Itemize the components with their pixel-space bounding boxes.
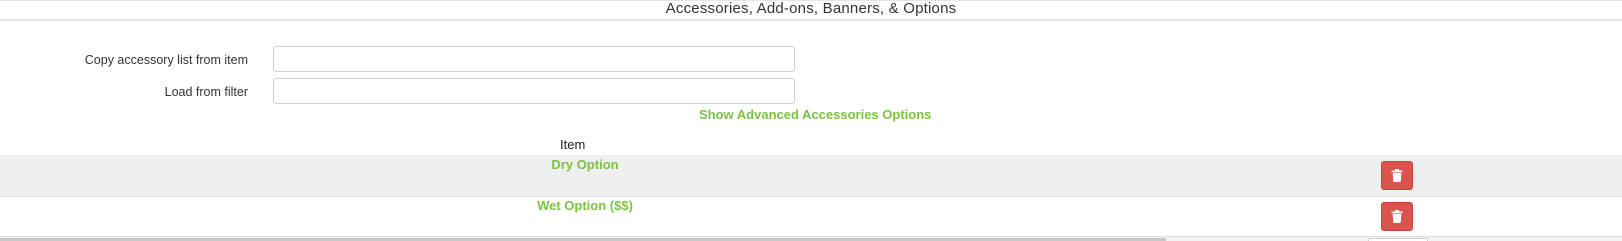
trash-icon — [1391, 210, 1403, 223]
show-advanced-options-link[interactable]: Show Advanced Accessories Options — [699, 107, 931, 122]
trash-icon — [1391, 169, 1403, 182]
load-filter-label: Load from filter — [164, 85, 248, 99]
section-title: Accessories, Add-ons, Banners, & Options — [0, 0, 1622, 21]
column-header-item: Item — [560, 137, 586, 152]
copy-accessory-row: Copy accessory list from item — [0, 46, 1622, 74]
accessory-item-link[interactable]: Wet Option ($$) — [0, 198, 1170, 213]
accessory-item-link[interactable]: Dry Option — [0, 157, 1170, 172]
load-filter-input[interactable] — [273, 78, 795, 104]
copy-accessory-label: Copy accessory list from item — [84, 53, 248, 67]
load-filter-row: Load from filter — [0, 78, 1622, 106]
copy-accessory-input[interactable] — [273, 46, 795, 72]
table-row: Dry Option — [0, 155, 1622, 197]
table-header: Item — [0, 135, 1622, 156]
delete-button[interactable] — [1381, 161, 1413, 190]
table-row: Wet Option ($$) — [0, 196, 1622, 238]
accessories-panel: Accessories, Add-ons, Banners, & Options… — [0, 0, 1622, 241]
delete-button[interactable] — [1381, 202, 1413, 231]
